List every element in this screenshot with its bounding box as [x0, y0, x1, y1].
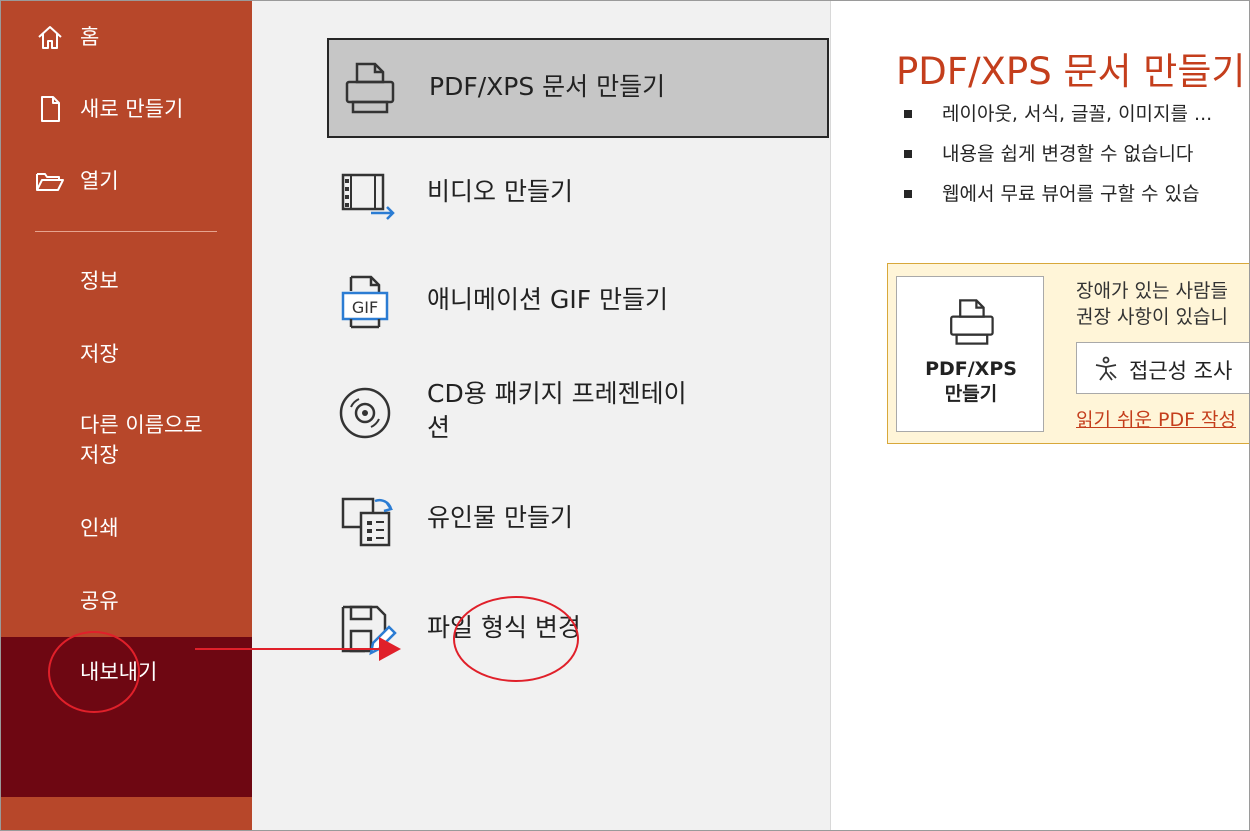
bullet-marker — [904, 190, 912, 198]
option-label: 비디오 만들기 — [427, 177, 573, 206]
detail-bullet-text: 웹에서 무료 뷰어를 구할 수 있습 — [942, 183, 1200, 205]
handout-icon — [341, 497, 393, 547]
sidebar-item-export-label: 내보내기 — [80, 660, 158, 684]
button-label-line: 만들기 — [944, 383, 998, 405]
gif-icon: GIF — [341, 275, 389, 329]
option-label: 파일 형식 변경 — [427, 613, 581, 642]
create-pdf-xps-button[interactable]: PDF/XPS 만들기 — [896, 276, 1044, 432]
svg-text:GIF: GIF — [352, 298, 378, 317]
notice-text: 권장 사항이 있습니 — [1076, 306, 1228, 328]
option-create-handouts[interactable]: 유인물 만들기 — [327, 479, 829, 563]
create-pdf-xps-button-label: PDF/XPS 만들기 — [897, 357, 1045, 407]
option-label: PDF/XPS 문서 만들기 — [429, 72, 666, 101]
detail-bullet-text: 내용을 쉽게 변경할 수 없습니다 — [942, 143, 1194, 165]
notice-text: 장애가 있는 사람들 — [1076, 280, 1228, 302]
bullet-marker — [904, 150, 912, 158]
sidebar-item-label: 열기 — [80, 169, 119, 193]
check-accessibility-label: 접근성 조사 — [1129, 359, 1233, 383]
video-icon — [341, 173, 395, 220]
sidebar-item-label: 새로 만들기 — [80, 97, 184, 121]
sidebar-item-save-as[interactable]: 다른 이름으로 저장 — [80, 410, 203, 470]
new-document-icon — [41, 96, 60, 122]
home-icon — [38, 26, 62, 49]
backstage-sidebar: 홈 새로 만들기 열기 정보 저장 다른 이름으로 저장 인쇄 공유 내보내기 — [1, 1, 252, 830]
app-window: 홈 새로 만들기 열기 정보 저장 다른 이름으로 저장 인쇄 공유 내보내기 — [0, 0, 1250, 831]
sidebar-item-label: 저장 — [80, 443, 119, 467]
sidebar-item-label: 다른 이름으로 — [80, 413, 203, 437]
accessible-pdf-link[interactable]: 읽기 쉬운 PDF 작성 — [1076, 405, 1236, 432]
option-label-continuation: 션 — [427, 413, 451, 442]
sidebar-item-share[interactable]: 공유 — [80, 586, 119, 616]
option-package-for-cd[interactable]: CD용 패키지 프레젠테이 션 — [327, 369, 829, 459]
sidebar-item-save[interactable]: 저장 — [80, 339, 119, 369]
sidebar-divider — [35, 231, 217, 232]
file-type-change-icon — [341, 605, 397, 656]
sidebar-item-print[interactable]: 인쇄 — [80, 513, 119, 543]
option-change-file-type[interactable]: 파일 형식 변경 — [327, 589, 829, 673]
folder-open-icon — [36, 173, 64, 191]
detail-bullet-text: 레이아웃, 서식, 글꼴, 이미지를 ... — [942, 103, 1213, 125]
option-create-animated-gif[interactable]: GIF 애니메이션 GIF 만들기 — [327, 261, 829, 345]
printer-icon — [950, 299, 994, 345]
option-create-video[interactable]: 비디오 만들기 — [327, 153, 829, 237]
cd-icon — [339, 387, 391, 439]
sidebar-item-info[interactable]: 정보 — [80, 266, 119, 296]
detail-title: PDF/XPS 문서 만들기 — [896, 50, 1246, 93]
option-label: 애니메이션 GIF 만들기 — [427, 285, 669, 314]
bullet-marker — [904, 110, 912, 118]
check-accessibility-button[interactable]: 접근성 조사 — [1076, 342, 1249, 394]
sidebar-item-label: 홈 — [80, 25, 100, 49]
option-create-pdf-xps[interactable]: PDF/XPS 문서 만들기 — [327, 38, 829, 138]
accessibility-icon — [1095, 356, 1117, 381]
button-label-line: PDF/XPS — [925, 358, 1017, 380]
printer-icon — [345, 62, 395, 114]
option-label: 유인물 만들기 — [427, 503, 573, 532]
option-label: CD용 패키지 프레젠테이 — [427, 379, 687, 408]
